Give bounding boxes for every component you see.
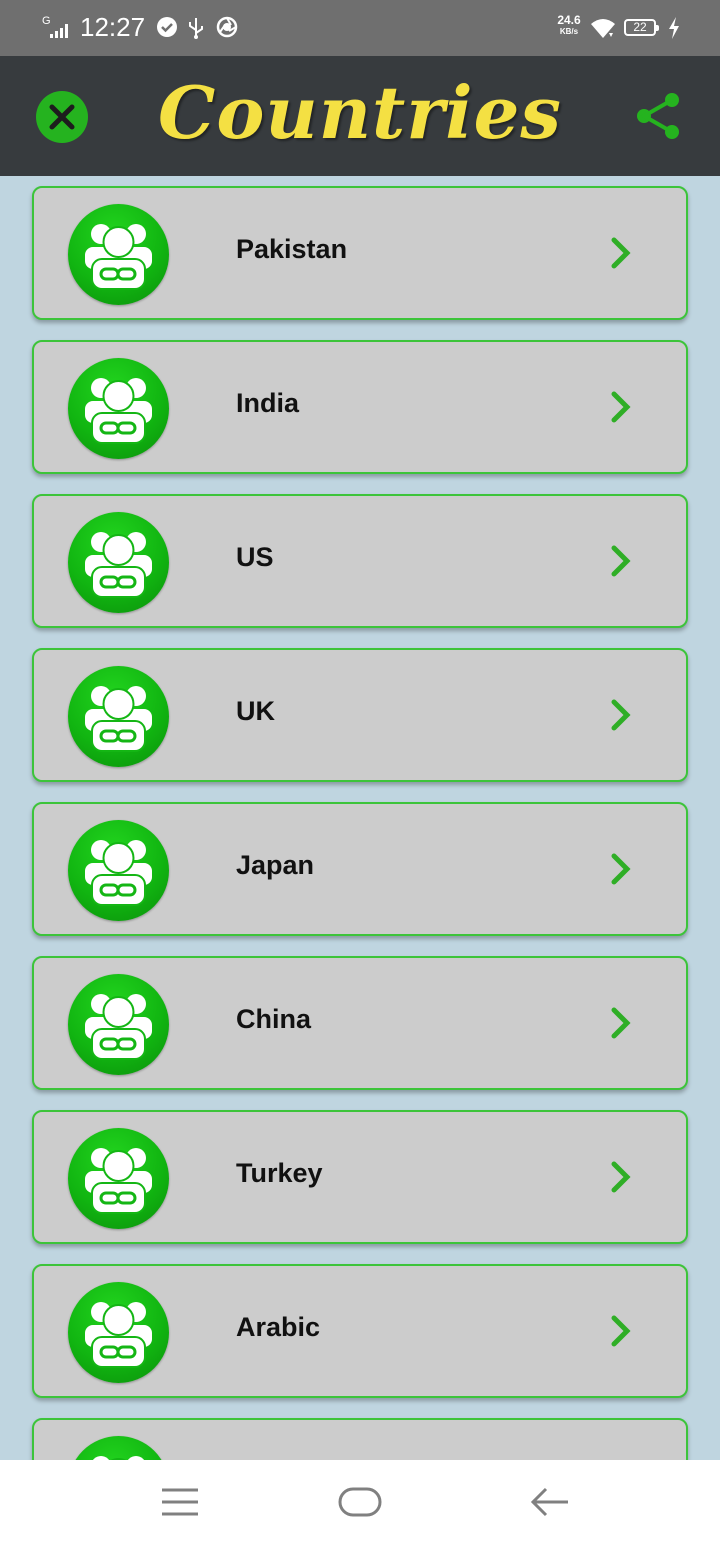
list-item-japan[interactable]: Japan — [32, 802, 688, 936]
share-icon — [637, 93, 679, 139]
group-icon — [68, 1128, 169, 1229]
country-list: Pakistan India US UK Japan China Turkey … — [0, 176, 720, 1460]
page-title: Countries — [158, 70, 562, 155]
home-icon[interactable] — [338, 1486, 382, 1523]
list-item-partial[interactable] — [32, 1418, 688, 1460]
signal-icon: G — [42, 14, 74, 45]
chevron-right-icon — [611, 391, 631, 423]
list-item-china[interactable]: China — [32, 956, 688, 1090]
app-bar: Countries — [0, 56, 720, 176]
list-item-pakistan[interactable]: Pakistan — [32, 186, 688, 320]
group-icon — [68, 974, 169, 1075]
menu-icon[interactable] — [160, 1486, 200, 1523]
speed-unit: KB/s — [559, 27, 579, 36]
list-item-arabic[interactable]: Arabic — [32, 1264, 688, 1398]
chevron-right-icon — [611, 699, 631, 731]
speed-value: 24.6 — [557, 13, 581, 27]
group-icon — [68, 1282, 169, 1383]
list-item-us[interactable]: US — [32, 494, 688, 628]
group-icon — [68, 204, 169, 305]
system-nav-bar — [0, 1460, 720, 1544]
wifi-icon — [590, 17, 616, 44]
network-type: G — [42, 15, 51, 27]
country-label: UK — [236, 696, 275, 726]
country-label: Arabic — [236, 1312, 321, 1342]
usb-icon — [186, 16, 206, 45]
share-button[interactable] — [632, 90, 684, 142]
group-icon — [68, 358, 169, 459]
chevron-right-icon — [611, 1315, 631, 1347]
country-label: Pakistan — [236, 234, 348, 264]
chevron-right-icon — [611, 1007, 631, 1039]
chevron-right-icon — [611, 853, 631, 885]
group-icon — [68, 1436, 169, 1460]
aperture-icon — [216, 16, 238, 43]
group-icon — [68, 512, 169, 613]
country-label: China — [236, 1004, 312, 1034]
group-icon — [68, 666, 169, 767]
back-icon[interactable] — [530, 1486, 570, 1523]
list-item-turkey[interactable]: Turkey — [32, 1110, 688, 1244]
country-label: India — [236, 388, 300, 418]
status-bar: G 12:27 24.6 KB/s 22 — [0, 0, 720, 56]
country-label: Japan — [236, 850, 315, 880]
list-item-india[interactable]: India — [32, 340, 688, 474]
list-item-uk[interactable]: UK — [32, 648, 688, 782]
clock: 12:27 — [80, 12, 146, 42]
chevron-right-icon — [611, 545, 631, 577]
battery-indicator: 22 — [624, 19, 659, 36]
chevron-right-icon — [611, 237, 631, 269]
check-circle-icon — [156, 16, 178, 43]
network-speed: 24.6 KB/s — [554, 13, 584, 37]
country-label: Turkey — [236, 1158, 323, 1188]
group-icon — [68, 820, 169, 921]
charging-icon — [668, 17, 680, 44]
country-label: US — [236, 542, 274, 572]
battery-level: 22 — [633, 20, 647, 34]
chevron-right-icon — [611, 1161, 631, 1193]
